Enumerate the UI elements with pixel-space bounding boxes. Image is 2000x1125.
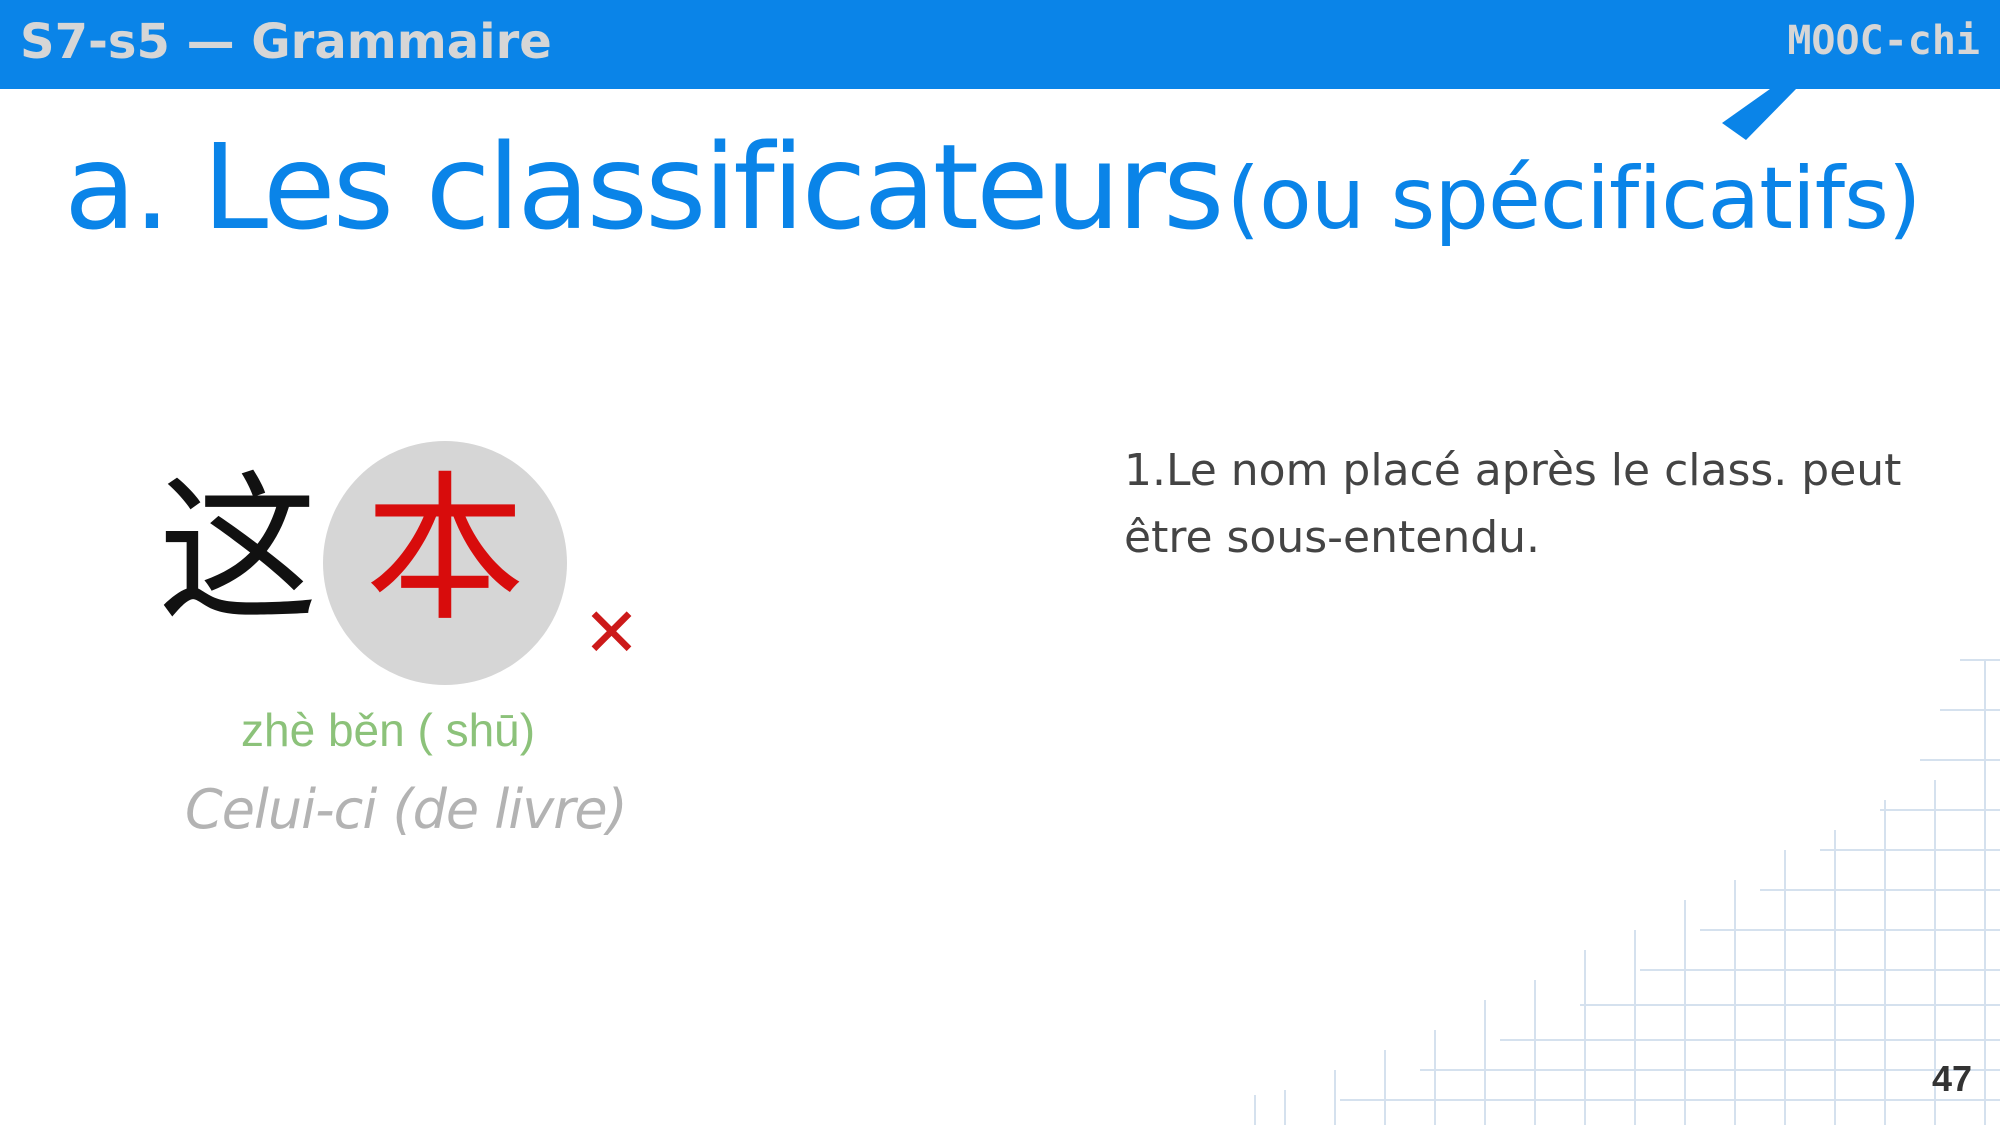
header-bar: S7-s5 — Grammaire MOOC-chi bbox=[0, 0, 2000, 89]
hanzi-zhe: 这 bbox=[158, 456, 319, 643]
translation-text: Celui-ci (de livre) bbox=[185, 778, 628, 841]
rule-text: 1.Le nom placé après le class. peut être… bbox=[1124, 445, 1902, 563]
cross-icon: ✕ bbox=[583, 594, 640, 673]
grid-decoration bbox=[1254, 659, 2000, 1125]
title-main: a. Les classificateurs bbox=[64, 118, 1224, 256]
title-parenthetical: (ou spécificatifs) bbox=[1226, 149, 1922, 249]
brand-label: MOOC-chi bbox=[1787, 18, 1980, 64]
page-number: 47 bbox=[1931, 1058, 1972, 1099]
pinyin-text: zhè běn ( shū) bbox=[241, 704, 536, 756]
hanzi-ben: 本 bbox=[365, 456, 526, 643]
section-label: S7-s5 — Grammaire bbox=[20, 14, 552, 70]
slide-title: a. Les classificateurs (ou spécificatifs… bbox=[64, 118, 1922, 256]
